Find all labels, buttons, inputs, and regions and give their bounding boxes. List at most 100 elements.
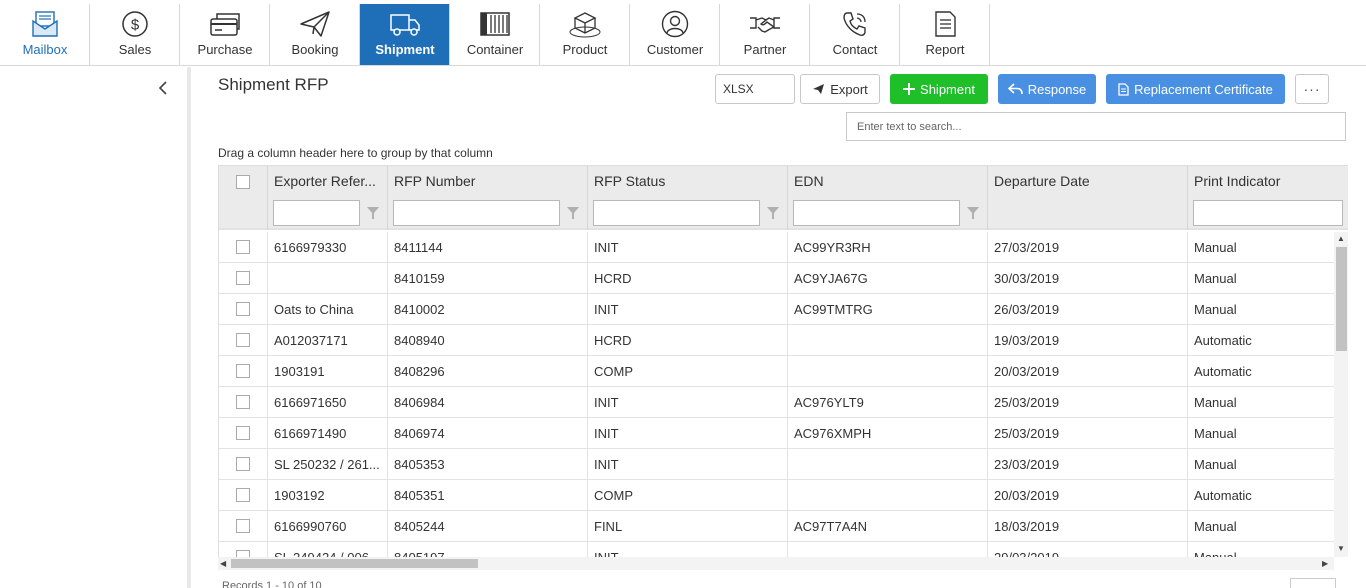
cell-print-indicator: Manual: [1194, 240, 1237, 255]
row-checkbox[interactable]: [236, 488, 250, 502]
cell-rfp-number: 8410002: [388, 294, 588, 325]
cell-rfp-status: HCRD: [588, 325, 788, 356]
column-header-rfp-status[interactable]: RFP Status: [588, 166, 788, 197]
cell-rfp-status: INIT: [588, 387, 788, 418]
filter-input-rfp-number[interactable]: [393, 200, 560, 226]
cell-print-indicator: Automatic: [1194, 488, 1252, 503]
svg-text:$: $: [131, 17, 140, 34]
filter-cell-rfp-status: [588, 197, 788, 230]
cell-rfp-status: COMP: [588, 480, 788, 511]
row-select-cell: [219, 449, 268, 480]
row-select-cell: [219, 356, 268, 387]
nav-tab-shipment[interactable]: Shipment: [360, 4, 450, 65]
row-select-cell: [219, 294, 268, 325]
row-checkbox[interactable]: [236, 395, 250, 409]
row-checkbox[interactable]: [236, 457, 250, 471]
cell-rfp-status: INIT: [588, 418, 788, 449]
filter-input-rfp-status[interactable]: [593, 200, 760, 226]
row-checkbox[interactable]: [236, 364, 250, 378]
cell-departure-date: 23/03/2019: [988, 449, 1188, 480]
table-row[interactable]: 8410159 HCRD AC9YJA67G 30/03/2019 Manual: [219, 263, 1348, 294]
cell-departure-date: 20/03/2019: [988, 480, 1188, 511]
scroll-down-arrow[interactable]: ▼: [1337, 544, 1345, 554]
response-button[interactable]: Response: [998, 74, 1096, 104]
nav-tab-purchase[interactable]: Purchase: [180, 4, 270, 65]
filter-input-exporter-reference[interactable]: [273, 200, 360, 226]
table-row[interactable]: 6166990760 8405244 FINL AC97T7A4N 18/03/2019…: [219, 511, 1348, 542]
table-row[interactable]: 1903192 8405351 COMP 20/03/2019 Automatic: [219, 480, 1348, 511]
cell-rfp-number: 8411144: [388, 232, 588, 263]
export-format-value: XLSX: [723, 82, 754, 96]
nav-label: Container: [466, 42, 524, 57]
column-header-rfp-number[interactable]: RFP Number: [388, 166, 588, 197]
nav-label: Mailbox: [22, 42, 68, 57]
table-row[interactable]: Oats to China 8410002 INIT AC99TMTRG 26/03/2…: [219, 294, 1348, 325]
cell-departure-date: 25/03/2019: [988, 418, 1188, 449]
more-icon: ···: [1303, 81, 1321, 97]
scroll-right-arrow[interactable]: ▶: [1322, 559, 1328, 569]
nav-tab-sales[interactable]: $ Sales: [90, 4, 180, 65]
chevron-left-icon[interactable]: [152, 77, 174, 99]
row-select-cell: [219, 325, 268, 356]
horizontal-scroll-thumb[interactable]: [231, 559, 478, 568]
table-row[interactable]: A012037171 8408940 HCRD 19/03/2019 Automatic: [219, 325, 1348, 356]
document-icon: [1118, 82, 1129, 96]
more-options-button[interactable]: ···: [1295, 74, 1329, 104]
cell-edn: AC97T7A4N: [788, 511, 988, 542]
nav-tab-partner[interactable]: Partner: [720, 4, 810, 65]
box-icon: [569, 12, 601, 38]
select-all-checkbox[interactable]: [236, 175, 250, 189]
row-checkbox[interactable]: [236, 426, 250, 440]
export-format-select[interactable]: XLSX: [715, 74, 795, 104]
vertical-scroll-thumb[interactable]: [1336, 247, 1347, 351]
column-header-print-indicator[interactable]: Print Indicator: [1188, 166, 1348, 197]
plus-icon: [903, 83, 916, 95]
search-input[interactable]: [846, 112, 1346, 141]
page-title: Shipment RFP: [218, 75, 329, 94]
cell-departure-date: 27/03/2019: [988, 232, 1188, 263]
nav-tab-customer[interactable]: Customer: [630, 4, 720, 65]
table-row[interactable]: 6166971490 8406974 INIT AC976XMPH 25/03/2019…: [219, 418, 1348, 449]
nav-tab-product[interactable]: Product: [540, 4, 630, 65]
replacement-certificate-button[interactable]: Replacement Certificate: [1106, 74, 1285, 104]
filter-input-edn[interactable]: [793, 200, 960, 226]
row-checkbox[interactable]: [236, 333, 250, 347]
cell-print-indicator: Manual: [1194, 519, 1237, 534]
column-header-edn[interactable]: EDN: [788, 166, 988, 197]
table-row[interactable]: SL 250232 / 261... 8405353 INIT 23/03/2019 M…: [219, 449, 1348, 480]
column-header-departure-date[interactable]: Departure Date: [988, 166, 1188, 197]
add-shipment-button[interactable]: Shipment: [890, 74, 988, 104]
row-checkbox[interactable]: [236, 240, 250, 254]
cell-exporter-reference: 1903192: [268, 480, 388, 511]
table-row[interactable]: 1903191 8408296 COMP 20/03/2019 Automatic: [219, 356, 1348, 387]
filter-icon[interactable]: [366, 206, 380, 220]
row-checkbox[interactable]: [236, 271, 250, 285]
nav-tab-report[interactable]: Report: [900, 4, 990, 65]
filter-cell-print-indicator: [1188, 197, 1348, 230]
column-header-exporter-reference[interactable]: Exporter Refer...: [268, 166, 388, 197]
cell-edn: AC99TMTRG: [788, 294, 988, 325]
nav-tab-mailbox[interactable]: Mailbox: [0, 4, 90, 65]
row-select-cell: [219, 387, 268, 418]
dollar-icon: $: [122, 11, 148, 37]
filter-icon[interactable]: [566, 206, 580, 220]
filter-icon[interactable]: [766, 206, 780, 220]
scroll-up-arrow[interactable]: ▲: [1337, 234, 1345, 244]
scroll-left-arrow[interactable]: ◀: [220, 559, 226, 569]
filter-icon[interactable]: [966, 206, 980, 220]
table-row[interactable]: 6166979330 8411144 INIT AC99YR3RH 27/03/2019…: [219, 232, 1348, 263]
filter-input-print-indicator[interactable]: [1193, 200, 1343, 226]
table-row[interactable]: 6166971650 8406984 INIT AC976YLT9 25/03/2019…: [219, 387, 1348, 418]
page-size-select[interactable]: [1290, 578, 1336, 588]
nav-tab-contact[interactable]: Contact: [810, 4, 900, 65]
row-checkbox[interactable]: [236, 302, 250, 316]
export-button[interactable]: Export: [800, 74, 880, 104]
nav-tab-booking[interactable]: Booking: [270, 4, 360, 65]
cell-rfp-status: HCRD: [588, 263, 788, 294]
row-checkbox[interactable]: [236, 519, 250, 533]
nav-tab-container[interactable]: Container: [450, 4, 540, 65]
row-select-cell: [219, 232, 268, 263]
response-label: Response: [1027, 81, 1087, 97]
cell-departure-date: 25/03/2019: [988, 387, 1188, 418]
cell-exporter-reference: A012037171: [268, 325, 388, 356]
